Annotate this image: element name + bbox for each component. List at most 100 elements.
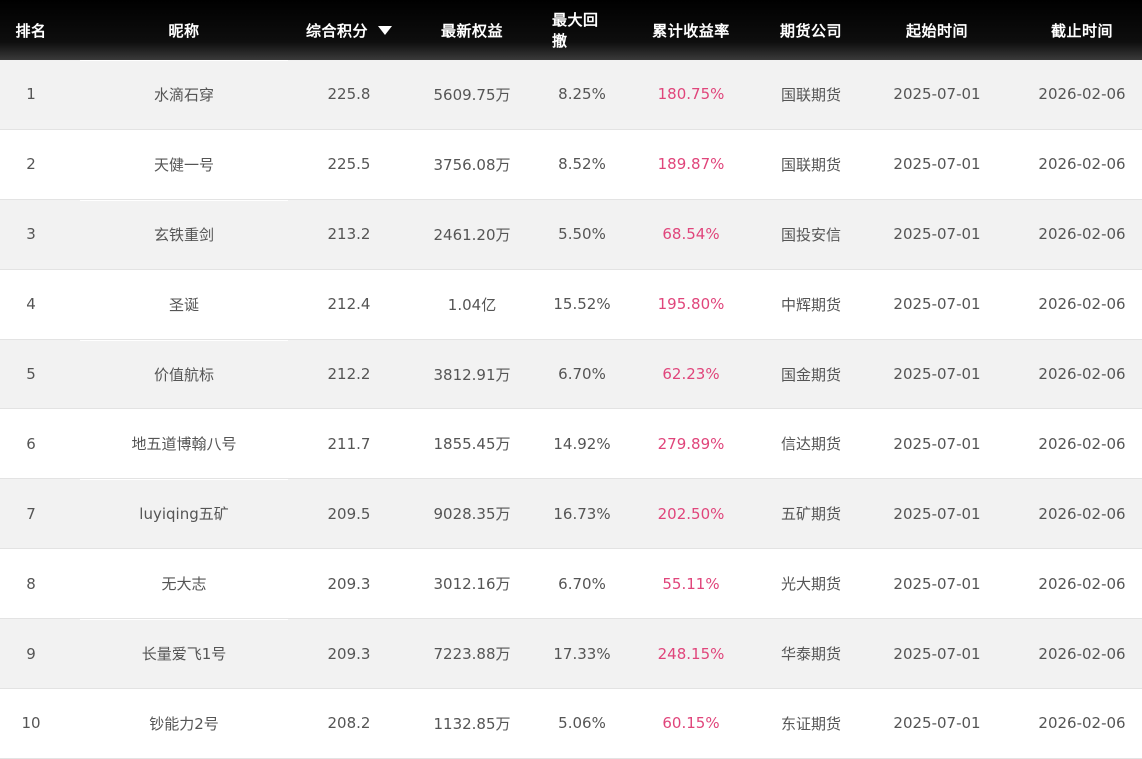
score-cell: 211.7 — [327, 434, 371, 453]
nickname-cell: 无大志 — [161, 575, 207, 594]
table-row: 9 长量爱飞1号 209.3 7223.88万 17.33% 248.15% 华泰期货 202… — [0, 619, 1142, 690]
equity-cell: 3756.08万 — [433, 155, 511, 174]
table-row: 3 玄铁重剑 213.2 2461.20万 5.50% 68.54% 国投安信 2025-07… — [0, 199, 1142, 270]
column-header-end-date: 截止时间 — [1050, 21, 1113, 40]
start-date-cell: 2025-07-01 — [893, 85, 981, 104]
score-cell: 212.2 — [327, 365, 371, 383]
equity-cell: 7223.88万 — [433, 645, 511, 664]
company-cell: 信达期货 — [780, 435, 841, 454]
end-date-cell: 2026-02-06 — [1038, 365, 1126, 383]
max-drawdown-cell: 15.52% — [553, 295, 611, 314]
nickname-cell: 圣诞 — [168, 295, 199, 314]
cum-return-cell: 202.50% — [657, 504, 725, 523]
column-header-rank: 排名 — [15, 21, 47, 40]
rank-cell: 1 — [26, 85, 36, 104]
column-header-start-date: 起始时间 — [905, 21, 968, 40]
rank-cell: 9 — [26, 644, 36, 663]
company-cell: 国投安信 — [780, 225, 841, 244]
table-body: 1 水滴石穿 225.8 5609.75万 8.25% 180.75% 国联期货 2025-0… — [0, 60, 1142, 759]
column-header-max-drawdown: 最大回撤 — [552, 11, 599, 50]
table-row: 10 钞能力2号 208.2 1132.85万 5.06% 60.15% 东证期货 2025-… — [0, 689, 1142, 759]
table-row: 8 无大志 209.3 3012.16万 6.70% 55.11% 光大期货 2025-07-… — [0, 549, 1142, 620]
score-cell: 213.2 — [327, 225, 371, 244]
nickname-cell: 价值航标 — [62, 339, 306, 409]
rank-cell: 8 — [26, 574, 36, 593]
score-cell: 225.5 — [327, 155, 371, 174]
column-header-score-label: 综合积分 — [305, 21, 368, 40]
start-date-cell: 2025-07-01 — [893, 504, 981, 523]
rank-cell: 10 — [21, 714, 41, 733]
max-drawdown-cell: 17.33% — [553, 644, 611, 663]
cum-return-cell: 60.15% — [662, 714, 720, 733]
start-date-cell: 2025-07-01 — [893, 225, 981, 244]
company-cell: 光大期货 — [780, 575, 841, 594]
max-drawdown-cell: 5.50% — [558, 225, 606, 244]
equity-cell: 1.04亿 — [447, 295, 497, 314]
start-date-cell: 2025-07-01 — [893, 714, 981, 733]
score-cell: 212.4 — [327, 295, 371, 314]
end-date-cell: 2026-02-06 — [1038, 225, 1126, 244]
nickname-cell: 玄铁重剑 — [62, 199, 306, 269]
score-cell: 209.3 — [327, 574, 371, 593]
equity-cell: 1132.85万 — [433, 714, 511, 733]
column-header-cum-return: 累计收益率 — [652, 21, 730, 40]
company-cell: 国金期货 — [780, 365, 841, 384]
company-cell: 中辉期货 — [780, 295, 841, 314]
company-cell: 国联期货 — [780, 155, 841, 174]
rank-cell: 4 — [26, 295, 36, 314]
cum-return-cell: 180.75% — [657, 85, 725, 104]
score-cell: 225.8 — [327, 85, 371, 104]
table-row: 4 圣诞 212.4 1.04亿 15.52% 195.80% 中辉期货 2025-07-01… — [0, 269, 1142, 340]
ranking-table: 排名 昵称 综合积分 最新权益 最大回撤 累计收益率 期货公司 起始时间 截止时… — [0, 0, 1142, 759]
end-date-cell: 2026-02-06 — [1038, 155, 1126, 174]
max-drawdown-cell: 8.52% — [558, 155, 606, 174]
cum-return-cell: 189.87% — [657, 155, 725, 174]
equity-cell: 3012.16万 — [433, 575, 511, 594]
cum-return-cell: 62.23% — [662, 365, 720, 383]
company-cell: 国联期货 — [780, 85, 841, 104]
nickname-cell: luyiqing五矿 — [62, 479, 306, 548]
start-date-cell: 2025-07-01 — [893, 155, 981, 174]
max-drawdown-cell: 6.70% — [558, 365, 606, 383]
equity-cell: 3812.91万 — [433, 365, 511, 384]
nickname-cell: 钞能力2号 — [149, 714, 219, 733]
max-drawdown-cell: 5.06% — [558, 714, 606, 733]
table-row: 1 水滴石穿 225.8 5609.75万 8.25% 180.75% 国联期货 2025-0… — [0, 60, 1142, 130]
end-date-cell: 2026-02-06 — [1038, 85, 1126, 104]
cum-return-cell: 279.89% — [657, 434, 725, 453]
column-header-company: 期货公司 — [779, 21, 842, 40]
end-date-cell: 2026-02-06 — [1038, 574, 1126, 593]
start-date-cell: 2025-07-01 — [893, 295, 981, 314]
score-cell: 209.5 — [327, 504, 371, 523]
company-cell: 五矿期货 — [780, 505, 841, 524]
end-date-cell: 2026-02-06 — [1038, 714, 1126, 733]
company-cell: 华泰期货 — [780, 645, 841, 664]
rank-cell: 6 — [26, 434, 36, 453]
column-header-equity: 最新权益 — [440, 21, 503, 40]
table-header: 排名 昵称 综合积分 最新权益 最大回撤 累计收益率 期货公司 起始时间 截止时… — [0, 0, 1142, 60]
rank-cell: 2 — [26, 155, 36, 174]
start-date-cell: 2025-07-01 — [893, 644, 981, 663]
rank-cell: 5 — [26, 365, 36, 383]
max-drawdown-cell: 8.25% — [558, 85, 606, 104]
equity-cell: 9028.35万 — [433, 505, 511, 524]
rank-cell: 3 — [26, 225, 36, 244]
cum-return-cell: 248.15% — [657, 644, 725, 663]
score-cell: 208.2 — [327, 714, 371, 733]
table-row: 5 价值航标 212.2 3812.91万 6.70% 62.23% 国金期货 2025-07… — [0, 339, 1142, 410]
end-date-cell: 2026-02-06 — [1038, 504, 1126, 523]
equity-cell: 1855.45万 — [433, 435, 511, 454]
score-cell: 209.3 — [327, 644, 371, 663]
start-date-cell: 2025-07-01 — [893, 434, 981, 453]
cum-return-cell: 55.11% — [662, 574, 720, 593]
caret-down-icon — [378, 26, 392, 35]
table-row: 7 luyiqing五矿 209.5 9028.35万 16.73% 202.50% 五矿期… — [0, 479, 1142, 550]
cum-return-cell: 68.54% — [662, 225, 720, 244]
max-drawdown-cell: 14.92% — [553, 434, 611, 453]
end-date-cell: 2026-02-06 — [1038, 295, 1126, 314]
end-date-cell: 2026-02-06 — [1038, 644, 1126, 663]
start-date-cell: 2025-07-01 — [893, 574, 981, 593]
nickname-cell: 水滴石穿 — [62, 60, 306, 129]
company-cell: 东证期货 — [780, 714, 841, 733]
max-drawdown-cell: 6.70% — [558, 574, 606, 593]
